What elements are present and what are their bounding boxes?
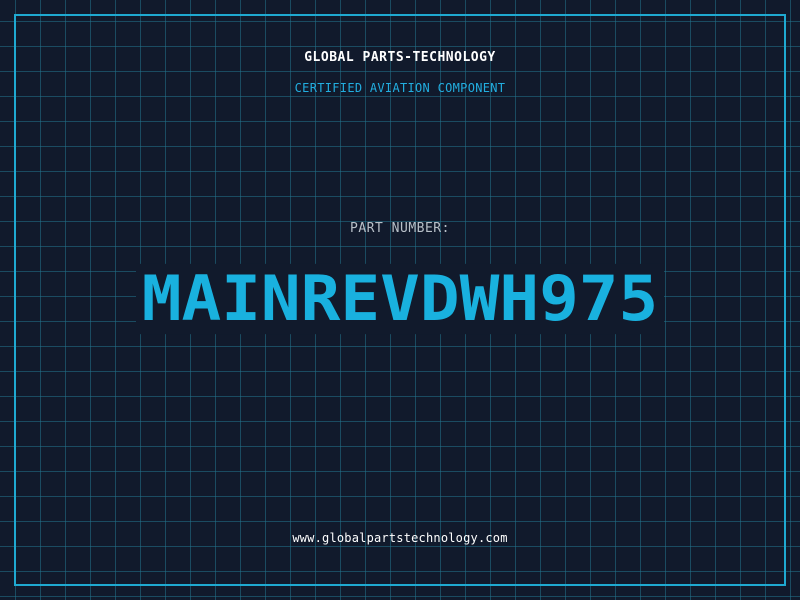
part-number-label: PART NUMBER: — [350, 221, 450, 236]
part-label-card: GLOBAL PARTS-TECHNOLOGY CERTIFIED AVIATI… — [0, 0, 800, 600]
part-number-value: MAINREVDWH975 — [135, 263, 665, 335]
website-url: www.globalpartstechnology.com — [292, 531, 508, 545]
company-name: GLOBAL PARTS-TECHNOLOGY — [304, 50, 496, 65]
part-number-container: MAINREVDWH975 — [0, 262, 800, 336]
company-tagline: CERTIFIED AVIATION COMPONENT — [294, 81, 506, 95]
